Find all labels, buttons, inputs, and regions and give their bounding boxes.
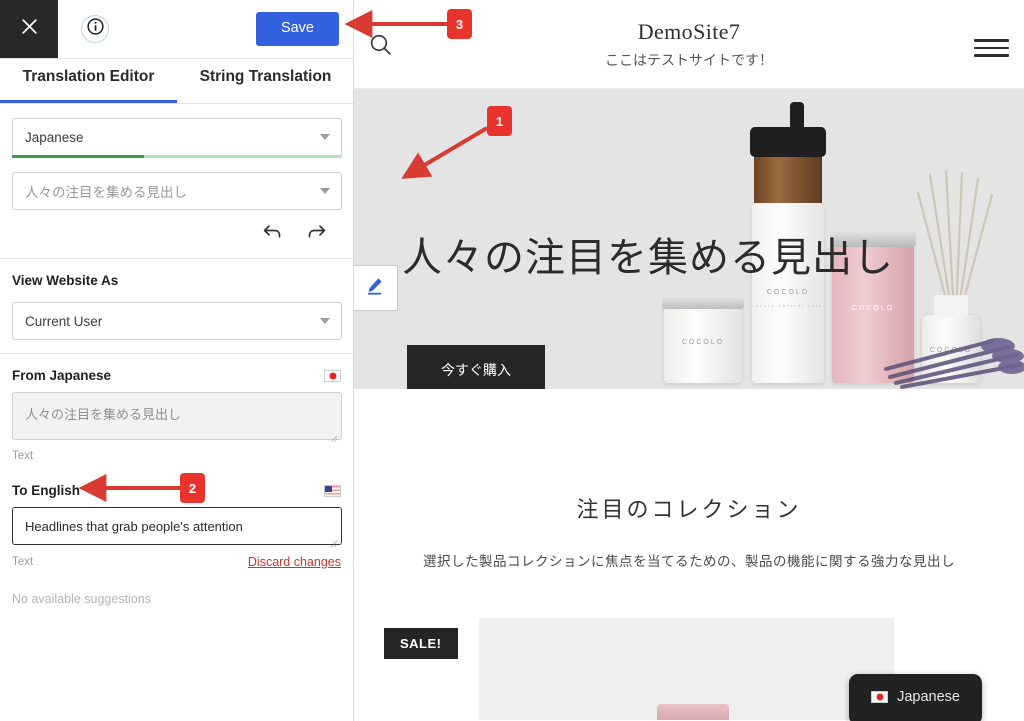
- flag-japan-icon: [324, 369, 341, 382]
- hero-edit-button[interactable]: [354, 265, 398, 311]
- bottle-brand-label: COCOLO: [766, 289, 810, 296]
- white-jar: COCOLO: [664, 305, 742, 383]
- view-website-as-heading: View Website As: [12, 273, 119, 288]
- close-button[interactable]: [0, 0, 58, 58]
- website-preview: DemoSite7 ここはテストサイトです！ COCOLO luxury nat…: [354, 0, 1024, 721]
- featured-heading: 注目のコレクション: [576, 497, 802, 522]
- pump-stem: [790, 102, 804, 134]
- target-meta: Text Discard changes: [12, 555, 341, 569]
- pencil-edit-icon: [364, 275, 385, 301]
- info-button[interactable]: [81, 15, 109, 43]
- product-card[interactable]: [479, 618, 894, 720]
- translation-progress-bar: [12, 155, 342, 158]
- annotation-badge-2: 2: [180, 473, 205, 503]
- string-select-value: 人々の注目を集める見出し: [25, 185, 187, 200]
- featured-paragraph: 選択した製品コレクションに焦点を当てるための、製品の機能に関する強力な見出し: [423, 554, 955, 569]
- source-textarea-wrap: [12, 392, 342, 445]
- sale-badge: SALE!: [384, 628, 458, 659]
- featured-section: 注目のコレクション 選択した製品コレクションに焦点を当てるための、製品の機能に関…: [354, 389, 1024, 720]
- panel-toolbar: Save: [0, 0, 353, 59]
- source-header: From Japanese: [12, 368, 341, 383]
- white-jar-lid: [662, 296, 744, 309]
- pump-head: [750, 127, 826, 157]
- burger-line: [974, 54, 1009, 57]
- white-jar-brand-label: COCOLO: [681, 339, 725, 346]
- source-meta: Text: [12, 450, 341, 462]
- language-select-field: Japanese: [12, 118, 342, 158]
- app-root: Save Translation Editor String Translati…: [0, 0, 1024, 721]
- redo-arrow-icon[interactable]: [306, 220, 327, 246]
- vase-neck: [934, 295, 968, 317]
- save-button[interactable]: Save: [255, 12, 339, 46]
- source-textarea[interactable]: [12, 392, 342, 440]
- no-suggestions-text: No available suggestions: [12, 592, 151, 606]
- hero-headline: 人々の注目を集める見出し: [402, 235, 894, 281]
- tab-translation-editor[interactable]: Translation Editor: [0, 59, 177, 103]
- source-heading: From Japanese: [12, 368, 112, 383]
- target-heading: To English: [12, 483, 80, 498]
- chevron-down-icon: [320, 318, 330, 324]
- annotation-badge-1: 1: [487, 106, 512, 136]
- jar-brand-label: COCOLO: [851, 305, 895, 312]
- language-switcher-label: Japanese: [897, 689, 960, 705]
- tab-translation-editor-label: Translation Editor: [22, 68, 155, 85]
- translation-progress-fill: [12, 155, 144, 158]
- product-card-thumbnail: [657, 704, 729, 720]
- tab-string-translation-label: String Translation: [199, 68, 332, 85]
- flag-usa-icon: [324, 484, 341, 497]
- bottle-sub-label: luxury natural skin: [752, 303, 824, 308]
- target-textarea[interactable]: [12, 507, 342, 545]
- target-textarea-wrap: [12, 507, 342, 550]
- discard-changes-link[interactable]: Discard changes: [248, 555, 341, 569]
- hero-section: COCOLO luxury natural skin COCOLO COCOLO: [354, 89, 1024, 389]
- language-select-value: Japanese: [25, 129, 84, 145]
- translation-fields-section: From Japanese Text To English: [0, 354, 353, 619]
- lavender-decoration: [884, 338, 1024, 389]
- tab-string-translation[interactable]: String Translation: [177, 59, 353, 103]
- undo-arrow-icon[interactable]: [262, 220, 283, 246]
- chevron-down-icon: [320, 134, 330, 140]
- annotation-badge-3: 3: [447, 9, 472, 39]
- view-website-as-section: View Website As Current User: [0, 259, 353, 354]
- view-as-select-field: Current User: [12, 302, 342, 340]
- target-header: To English: [12, 483, 341, 498]
- language-select[interactable]: Japanese: [12, 118, 342, 156]
- target-type-label: Text: [12, 556, 34, 568]
- chevron-down-icon: [320, 188, 330, 194]
- site-subtitle: ここはテストサイトです！: [605, 52, 773, 68]
- save-button-wrap: Save: [255, 0, 353, 58]
- hero-cta-button[interactable]: 今すぐ購入: [407, 345, 545, 389]
- burger-line: [974, 39, 1009, 42]
- translation-panel: Save Translation Editor String Translati…: [0, 0, 354, 721]
- string-select[interactable]: 人々の注目を集める見出し: [12, 172, 342, 210]
- info-button-wrap: [58, 0, 132, 58]
- hamburger-menu-icon[interactable]: [974, 34, 1009, 62]
- close-icon: [20, 17, 39, 41]
- language-switcher-badge[interactable]: Japanese: [849, 674, 982, 721]
- view-as-select[interactable]: Current User: [12, 302, 342, 340]
- burger-line: [974, 46, 1009, 49]
- view-as-select-value: Current User: [25, 313, 103, 329]
- selection-section: Japanese 人々の注目を集める見出し: [0, 118, 353, 259]
- flag-japan-icon: [871, 691, 889, 703]
- history-controls: [12, 210, 341, 258]
- string-select-field: 人々の注目を集める見出し: [12, 172, 342, 210]
- panel-tabs: Translation Editor String Translation: [0, 59, 353, 104]
- info-circle-icon: [86, 17, 105, 41]
- source-type-label: Text: [12, 450, 34, 462]
